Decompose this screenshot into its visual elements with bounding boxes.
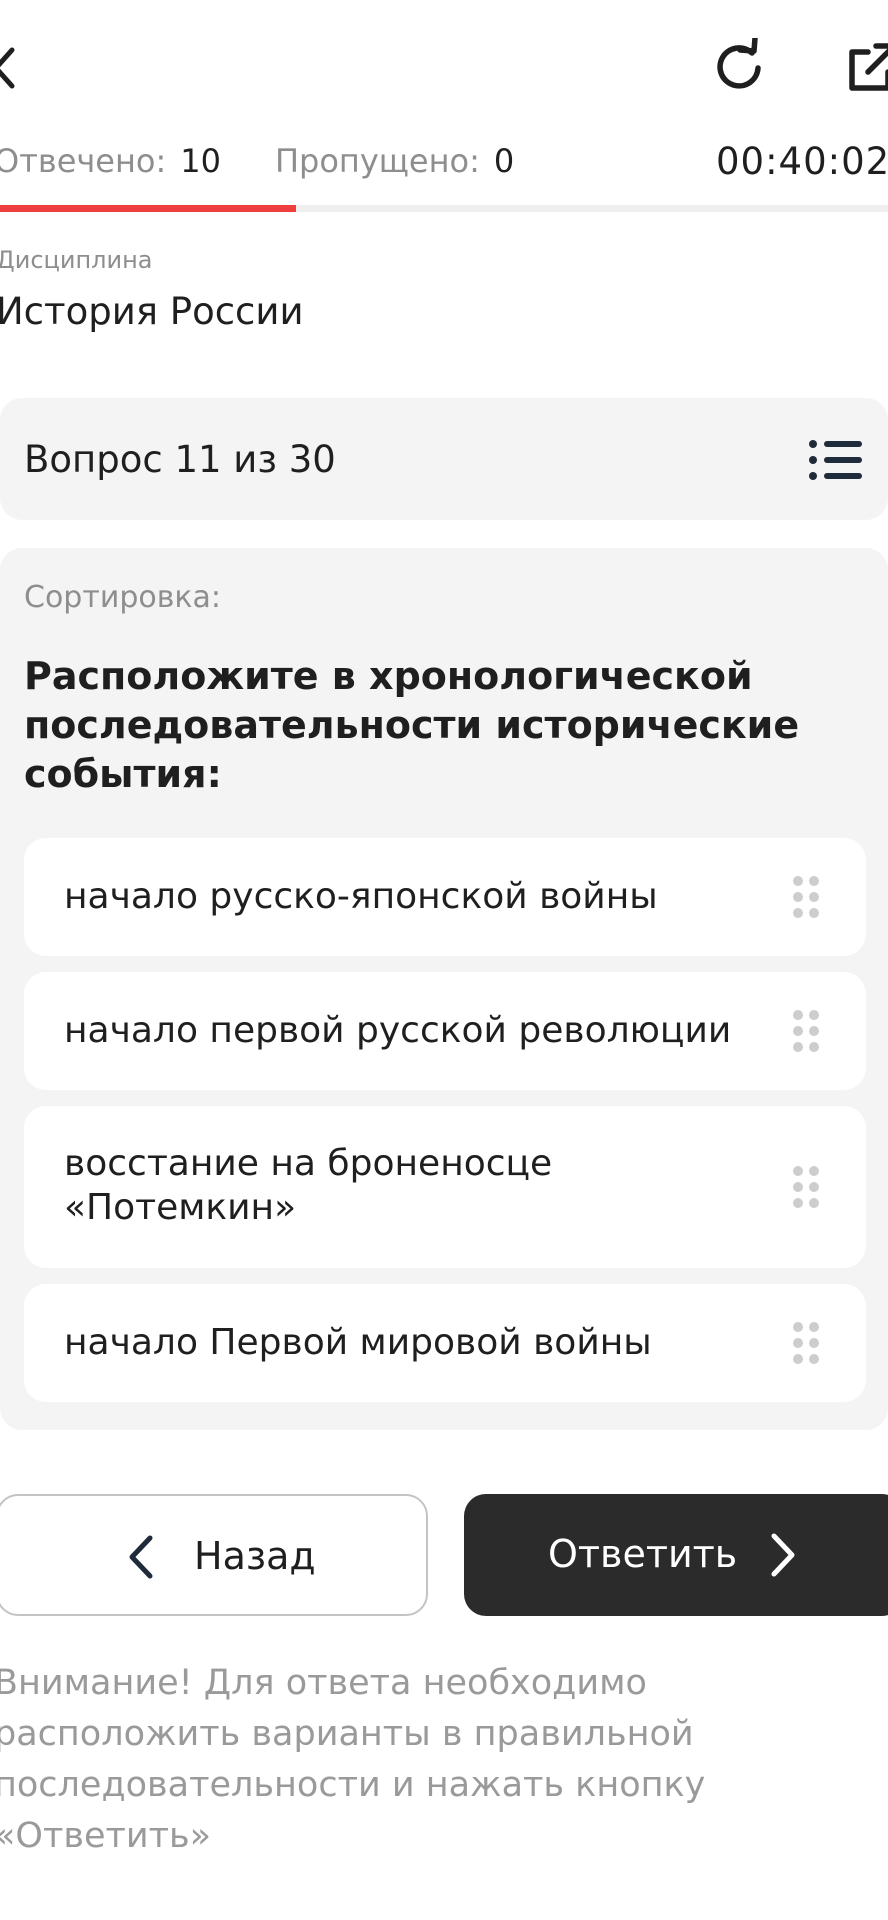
list-icon[interactable] bbox=[808, 438, 864, 482]
answer-button[interactable]: Ответить bbox=[464, 1494, 888, 1616]
refresh-icon[interactable] bbox=[712, 38, 768, 98]
discipline-label: Дисциплина bbox=[0, 246, 153, 274]
option-label: начало первой русской революции bbox=[64, 1010, 732, 1051]
chevron-left-icon[interactable] bbox=[0, 40, 26, 96]
chevron-right-icon bbox=[771, 1533, 795, 1577]
sort-option[interactable]: начало Первой мировой войны bbox=[24, 1284, 866, 1402]
progress-fill bbox=[0, 205, 296, 212]
sort-option[interactable]: восстание на броненосце «Потемкин» bbox=[24, 1106, 866, 1268]
drag-handle-icon[interactable] bbox=[790, 1321, 822, 1365]
option-label: начало русско-японской войны bbox=[64, 876, 658, 917]
question-card: Сортировка: Расположите в хронологическо… bbox=[0, 548, 888, 1430]
skipped-count: 0 bbox=[493, 142, 515, 180]
answered-label: Отвечено: bbox=[0, 142, 167, 180]
drag-handle-icon[interactable] bbox=[790, 1009, 822, 1053]
answer-counters: Отвечено: 10 Пропущено: 0 bbox=[0, 142, 514, 182]
timer: 00:40:02 bbox=[716, 140, 888, 183]
question-text: Расположите в хронологической последоват… bbox=[24, 654, 800, 796]
skipped-counter: Пропущено: 0 bbox=[275, 142, 514, 180]
option-label: восстание на броненосце «Потемкин» bbox=[64, 1143, 553, 1228]
chevron-left-icon bbox=[129, 1535, 153, 1579]
test-screen: Отвечено: 10 Пропущено: 0 00:40:02 Дисци… bbox=[0, 0, 888, 1920]
drag-handle-icon[interactable] bbox=[790, 875, 822, 919]
answer-button-label: Ответить bbox=[548, 1532, 738, 1576]
question-type: Сортировка: bbox=[24, 580, 222, 615]
sort-option[interactable]: начало русско-японской войны bbox=[24, 838, 866, 956]
drag-handle-icon[interactable] bbox=[790, 1165, 822, 1209]
back-button-label: Назад bbox=[194, 1534, 316, 1578]
external-link-icon[interactable] bbox=[842, 38, 888, 98]
question-header: Вопрос 11 из 30 bbox=[0, 398, 888, 520]
question-counter: Вопрос 11 из 30 bbox=[24, 438, 336, 481]
sort-option[interactable]: начало первой русской революции bbox=[24, 972, 866, 1090]
answered-count: 10 bbox=[180, 142, 221, 180]
option-label: начало Первой мировой войны bbox=[64, 1322, 652, 1363]
back-button[interactable]: Назад bbox=[0, 1494, 428, 1616]
discipline-value: История России bbox=[0, 290, 304, 333]
skipped-label: Пропущено: bbox=[274, 142, 480, 180]
progress-bar bbox=[0, 205, 888, 212]
notice-text: Внимание! Для ответа необходимо располож… bbox=[0, 1663, 706, 1856]
